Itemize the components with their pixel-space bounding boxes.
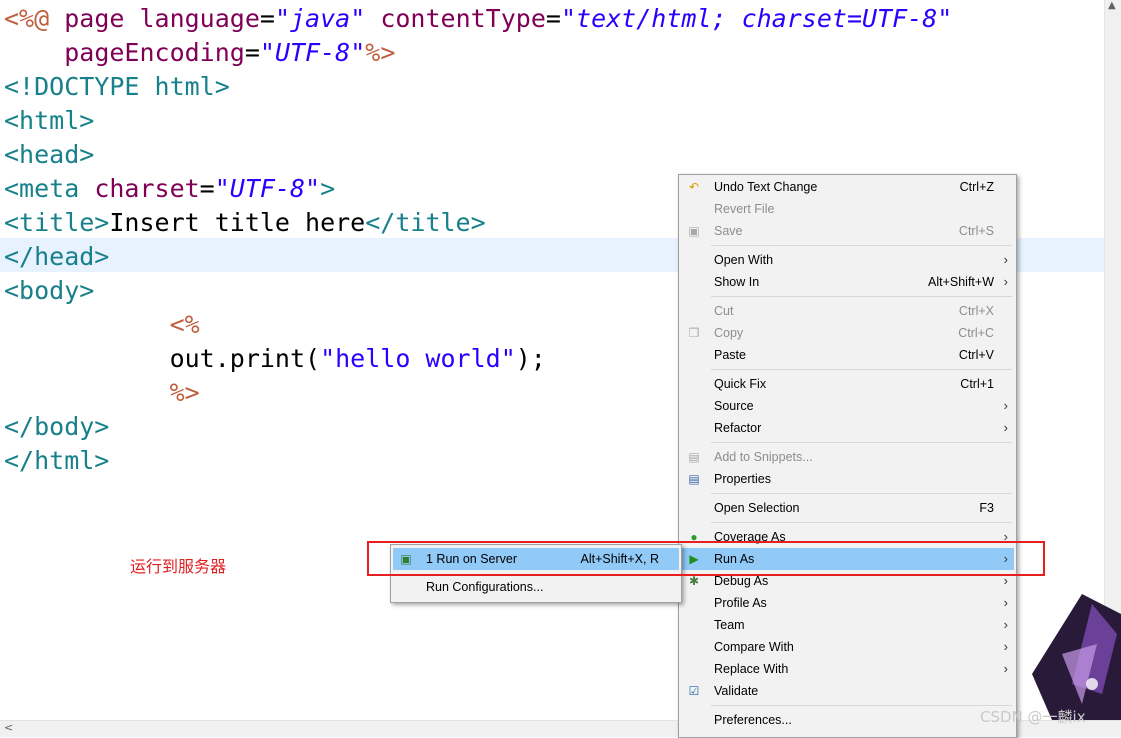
menu-separator [711, 245, 1012, 246]
code-line[interactable]: <title>Insert title here</title> [4, 206, 486, 240]
submenu-item-run-configurations[interactable]: Run Configurations... [393, 576, 679, 598]
code-token: "UTF-8" [259, 38, 366, 67]
code-token: Insert title here [109, 208, 366, 237]
code-token: "hello world" [320, 344, 516, 373]
annotation-text: 运行到服务器 [130, 557, 227, 576]
menu-item-preferences[interactable]: Preferences... [681, 709, 1014, 731]
menu-item-open-with[interactable]: Open With › [681, 249, 1014, 271]
code-token: <body> [4, 276, 95, 305]
code-token: </html> [4, 446, 110, 475]
menu-separator [711, 442, 1012, 443]
code-line[interactable]: <meta charset="UTF-8"> [4, 172, 335, 206]
code-line[interactable]: </body> [4, 410, 109, 444]
code-token: <head> [4, 140, 95, 169]
save-icon: ▣ [688, 224, 700, 238]
code-line[interactable]: </head> [4, 240, 109, 274]
chevron-right-icon: › [1003, 274, 1008, 289]
menu-separator [711, 522, 1012, 523]
menu-item-undo[interactable]: ↶ Undo Text Change Ctrl+Z [681, 176, 1014, 198]
menu-separator [711, 296, 1012, 297]
code-token: "UTF-8" [214, 174, 321, 203]
code-token: = [244, 38, 260, 67]
code-token: out.print( [4, 344, 321, 373]
code-token: pageEncoding [64, 38, 245, 67]
menu-item-team[interactable]: Team › [681, 614, 1014, 636]
checkbox-checked-icon: ☑ [688, 684, 700, 698]
menu-item-compare-with[interactable]: Compare With › [681, 636, 1014, 658]
chevron-right-icon: › [1003, 420, 1008, 435]
menu-item-properties[interactable]: ▤ Properties [681, 468, 1014, 490]
context-menu: ↶ Undo Text Change Ctrl+Z Revert File ▣ … [678, 174, 1017, 738]
scroll-left-icon[interactable]: < [4, 721, 13, 734]
code-line[interactable]: </html> [4, 444, 109, 478]
scroll-up-icon[interactable]: ▲ [1108, 0, 1116, 11]
code-token: "text/html; charset=UTF-8" [560, 4, 953, 33]
code-token: = [545, 4, 561, 33]
menu-item-save[interactable]: ▣ Save Ctrl+S [681, 220, 1014, 242]
code-token: "java" [274, 4, 366, 33]
undo-icon: ↶ [688, 180, 700, 194]
menu-item-open-selection[interactable]: Open Selection F3 [681, 497, 1014, 519]
code-token: <html> [4, 106, 95, 135]
code-token: <title> [4, 208, 110, 237]
menu-item-validate[interactable]: ☑ Validate [681, 680, 1014, 702]
menu-item-paste[interactable]: Paste Ctrl+V [681, 344, 1014, 366]
code-token: = [199, 174, 215, 203]
code-line[interactable]: pageEncoding="UTF-8"%> [4, 36, 395, 70]
code-line[interactable]: %> [4, 376, 200, 410]
chevron-right-icon: › [1003, 661, 1008, 676]
code-line[interactable]: <% [4, 308, 200, 342]
code-token: contentType [380, 4, 546, 33]
code-token: = [259, 4, 275, 33]
menu-item-revert-file[interactable]: Revert File [681, 198, 1014, 220]
code-token: %> [169, 378, 200, 407]
menu-item-cut[interactable]: Cut Ctrl+X [681, 300, 1014, 322]
chevron-right-icon: › [1003, 398, 1008, 413]
menu-item-copy[interactable]: ❐ Copy Ctrl+C [681, 322, 1014, 344]
chevron-right-icon: › [1003, 252, 1008, 267]
menu-item-profile-as[interactable]: Profile As › [681, 592, 1014, 614]
code-token: <meta [4, 174, 95, 203]
code-token: <%@ [4, 4, 65, 33]
menu-item-show-in[interactable]: Show In Alt+Shift+W › [681, 271, 1014, 293]
chevron-right-icon: › [1003, 617, 1008, 632]
menu-separator [711, 705, 1012, 706]
menu-separator [711, 493, 1012, 494]
menu-separator [711, 369, 1012, 370]
code-line[interactable]: <body> [4, 274, 94, 308]
code-token: > [320, 174, 336, 203]
anime-decoration-image [1032, 594, 1121, 720]
code-line[interactable]: <%@ page language="java" contentType="te… [4, 2, 952, 36]
code-token: charset [94, 174, 200, 203]
menu-item-refactor[interactable]: Refactor › [681, 417, 1014, 439]
menu-item-add-to-snippets[interactable]: ▤ Add to Snippets... [681, 446, 1014, 468]
properties-icon: ▤ [688, 472, 700, 486]
snippet-icon: ▤ [688, 450, 700, 464]
code-token: page language [64, 4, 260, 33]
code-line[interactable]: <!DOCTYPE html> [4, 70, 230, 104]
watermark: CSDN @一麟ix [980, 708, 1086, 726]
code-token: %> [365, 38, 396, 67]
code-token: </title> [365, 208, 486, 237]
copy-icon: ❐ [688, 326, 700, 340]
highlight-box [367, 541, 1045, 576]
code-line[interactable]: <html> [4, 104, 94, 138]
code-token: </body> [4, 412, 110, 441]
menu-item-quick-fix[interactable]: Quick Fix Ctrl+1 [681, 373, 1014, 395]
code-token: </head> [4, 242, 110, 271]
code-token: <% [169, 310, 200, 339]
chevron-right-icon: › [1003, 639, 1008, 654]
code-line[interactable]: <head> [4, 138, 94, 172]
debug-icon: ✱ [688, 574, 700, 588]
code-line[interactable]: out.print("hello world"); [4, 342, 546, 376]
menu-item-replace-with[interactable]: Replace With › [681, 658, 1014, 680]
chevron-right-icon: › [1003, 595, 1008, 610]
code-token: <!DOCTYPE html> [4, 72, 230, 101]
menu-item-source[interactable]: Source › [681, 395, 1014, 417]
code-token: ); [515, 344, 546, 373]
